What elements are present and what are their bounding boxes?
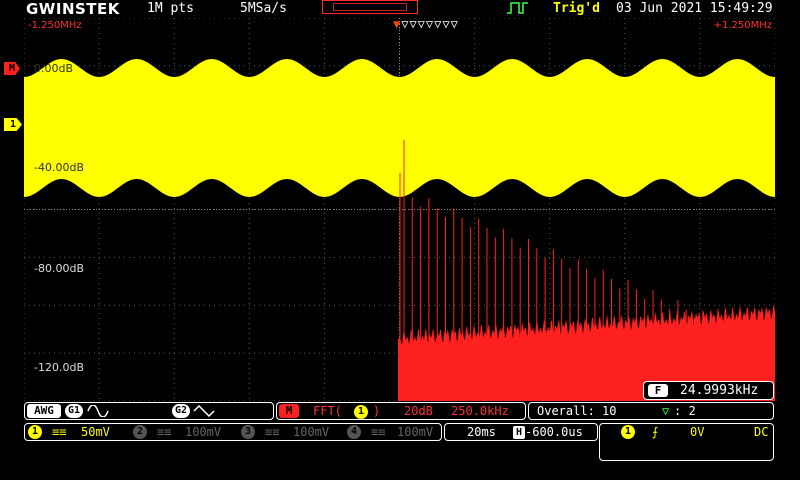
db-label-120: -120.0dB <box>34 361 84 374</box>
trigger-position-icon[interactable]: ▼ <box>393 17 401 31</box>
ch4-badge[interactable]: 4 <box>347 425 361 439</box>
memory-points: 1M pts <box>147 1 194 16</box>
frequency-value: 24.9993kHz <box>680 383 759 398</box>
ch2-coupling-icon: ≡≡ <box>157 425 172 439</box>
ch2-scale[interactable]: 100mV <box>185 425 221 439</box>
db-label-80: -80.00dB <box>34 262 84 275</box>
timebase-panel[interactable]: 20ms H -600.0us <box>444 423 598 441</box>
db-label-40: -40.00dB <box>34 161 84 174</box>
ch1-badge[interactable]: 1 <box>28 425 42 439</box>
math-function-close: ) <box>373 404 381 418</box>
trigger-edge-icon <box>507 2 528 14</box>
brand-logo: GWINSTEK <box>26 0 120 18</box>
trigger-level[interactable]: 0V <box>690 425 704 439</box>
ch4-scale[interactable]: 100mV <box>397 425 433 439</box>
channels-panel[interactable]: 1 ≡≡ 50mV 2 ≡≡ 100mV 3 ≡≡ 100mV 4 ≡≡ 100… <box>24 423 442 441</box>
ch2-badge[interactable]: 2 <box>133 425 147 439</box>
ch1-ground-marker[interactable]: 1 <box>4 118 22 131</box>
memory-bar <box>322 0 418 14</box>
math-badge: M <box>279 404 299 418</box>
math-source-ch1: 1 <box>354 405 368 419</box>
ch1-scale[interactable]: 50mV <box>81 425 110 439</box>
top-bar: GWINSTEK 1M pts 5MSa/s Trig'd 03 Jun 202… <box>0 0 800 18</box>
ch4-coupling-icon: ≡≡ <box>371 425 386 439</box>
trigger-coupling[interactable]: DC <box>754 425 768 439</box>
ch1-coupling-icon: ≡≡ <box>52 425 67 439</box>
trigger-status: Trig'd <box>553 1 600 16</box>
fft-end-frequency: +1.250MHz <box>713 20 772 31</box>
time-scale[interactable]: 20ms <box>467 425 496 439</box>
segment-markers: ▽▽▽▽▽▽▽ <box>401 17 459 31</box>
fft-start-frequency: -1.250MHz <box>28 20 82 31</box>
g2-badge: G2 <box>172 404 190 418</box>
math-scale: 20dB <box>404 404 433 418</box>
math-function: FFT( <box>313 404 342 418</box>
ch3-scale[interactable]: 100mV <box>293 425 329 439</box>
frequency-badge: F <box>648 384 668 397</box>
horizontal-position-badge: H <box>513 426 525 439</box>
math-span: 250.0kHz <box>451 404 509 418</box>
frequency-readout: F 24.9993kHz <box>643 381 774 400</box>
ch3-badge[interactable]: 3 <box>241 425 255 439</box>
memory-window <box>333 3 407 11</box>
math-panel[interactable]: M FFT( 1 ) 20dB 250.0kHz <box>276 402 526 420</box>
db-label-0: 0.00dB <box>34 62 74 75</box>
trigger-position-markers: ▼▽▽▽▽▽▽▽ <box>393 17 459 31</box>
sine-wave-icon <box>87 405 109 417</box>
horizontal-position[interactable]: -600.0us <box>525 425 583 439</box>
trigger-slope-icon: ⨍ <box>652 425 659 439</box>
trigger-source-badge: 1 <box>621 425 635 439</box>
segments-panel[interactable]: Overall: 10 ▽ : 2 <box>528 402 774 420</box>
math-ground-marker[interactable]: M <box>4 62 20 75</box>
segment-icon: ▽ <box>662 404 670 418</box>
trigger-panel[interactable]: 1 ⨍ 0V DC <box>599 423 774 461</box>
segment-value: : 2 <box>674 404 696 418</box>
ch3-coupling-icon: ≡≡ <box>265 425 280 439</box>
sample-rate: 5MSa/s <box>240 1 287 16</box>
date-time: 03 Jun 2021 15:49:29 <box>616 1 773 16</box>
overall-count: Overall: 10 <box>537 404 617 418</box>
awg-panel[interactable]: AWG G1 G2 <box>24 402 274 420</box>
triangle-wave-icon <box>193 405 215 417</box>
g1-badge: G1 <box>65 404 83 418</box>
waveform-display[interactable] <box>24 18 775 401</box>
awg-badge: AWG <box>27 404 61 418</box>
